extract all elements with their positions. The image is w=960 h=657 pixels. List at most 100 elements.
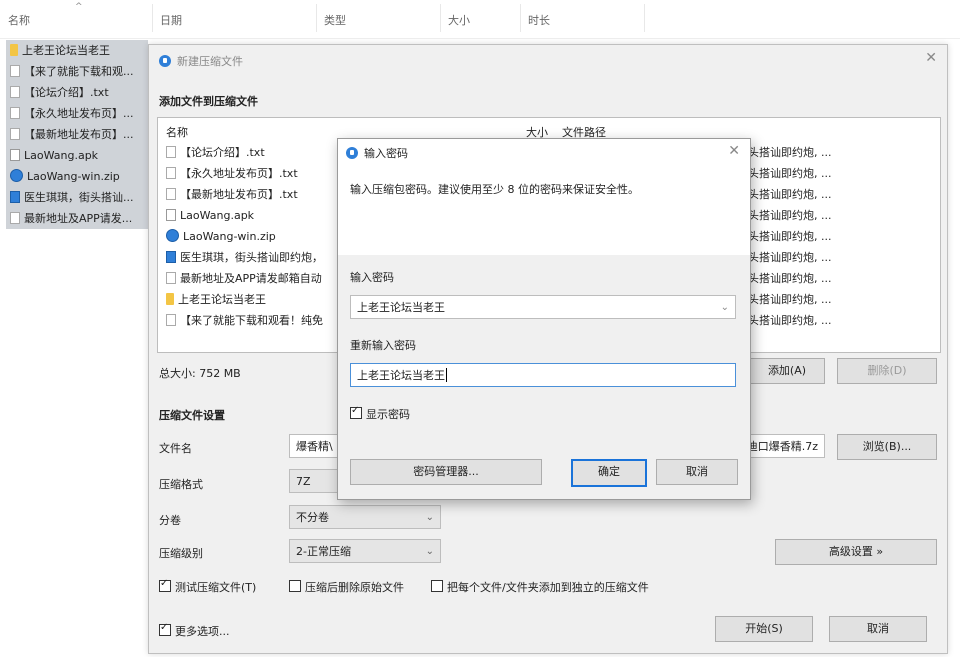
file-path: 头搭讪即约炮, ... [748, 230, 832, 243]
table-row[interactable]: LaoWang-win.zip [166, 226, 276, 247]
confirm-password-field[interactable]: 上老王论坛当老王 [350, 363, 736, 387]
filename-label: 文件名 [159, 442, 192, 455]
file-icon [166, 272, 176, 284]
chevron-down-icon: ⌄ [425, 546, 434, 557]
zip-file-icon [166, 229, 179, 242]
table-row[interactable]: 【永久地址发布页】.txt [166, 163, 298, 184]
file-icon [166, 314, 176, 326]
list-item[interactable]: 【来了就能下载和观... [6, 61, 148, 82]
ok-button[interactable]: 确定 [571, 459, 647, 487]
archive-settings-heading: 压缩文件设置 [159, 409, 225, 422]
file-icon [10, 86, 20, 98]
text-caret [446, 368, 447, 382]
delete-original-option[interactable]: 压缩后删除原始文件 [289, 579, 404, 595]
remove-button[interactable]: 删除(D) [837, 358, 937, 384]
list-item[interactable]: 【最新地址发布页】... [6, 124, 148, 145]
app-icon [346, 147, 358, 159]
advanced-settings-button[interactable]: 高级设置 » [775, 539, 937, 565]
apk-file-icon [166, 209, 176, 221]
checkbox[interactable] [431, 580, 443, 592]
password-hint: 输入压缩包密码。建议使用至少 8 位的密码来保证安全性。 [350, 183, 639, 196]
checkbox-checked[interactable] [159, 622, 171, 636]
password-dialog-title: 输入密码 [346, 145, 408, 161]
format-label: 压缩格式 [159, 478, 203, 491]
password-manager-button[interactable]: 密码管理器... [350, 459, 542, 485]
browse-button[interactable]: 浏览(B)... [837, 434, 937, 460]
file-icon [166, 167, 176, 179]
show-password-option[interactable]: 显示密码 [350, 405, 410, 422]
cancel-button[interactable]: 取消 [829, 616, 927, 642]
file-icon [166, 146, 176, 158]
file-path: 头搭讪即约炮, ... [748, 209, 832, 222]
checkbox-checked[interactable] [159, 578, 171, 592]
document-icon [166, 251, 176, 263]
apk-file-icon [10, 149, 20, 161]
close-icon[interactable]: ✕ [925, 50, 937, 66]
file-path: 头搭讪即约炮, ... [748, 167, 832, 180]
separate-archives-option[interactable]: 把每个文件/文件夹添加到独立的压缩文件 [431, 579, 649, 595]
confirm-password-label: 重新输入密码 [350, 339, 416, 352]
table-row[interactable]: LaoWang.apk [166, 205, 254, 226]
list-item[interactable]: LaoWang.apk [6, 145, 148, 166]
volume-label: 分卷 [159, 514, 181, 527]
cancel-button[interactable]: 取消 [656, 459, 738, 485]
more-options[interactable]: 更多选项... [159, 622, 230, 639]
list-item[interactable]: 【论坛介绍】.txt [6, 82, 148, 103]
table-row[interactable]: 医生琪琪，街头搭讪即约炮， [166, 247, 323, 268]
list-item[interactable]: LaoWang-win.zip [6, 166, 148, 187]
list-header-name[interactable]: 名称 [166, 124, 188, 140]
file-path: 头搭讪即约炮, ... [748, 251, 832, 264]
explorer-file-list: 上老王论坛当老王 【来了就能下载和观... 【论坛介绍】.txt 【永久地址发布… [6, 40, 148, 229]
list-item[interactable]: 【永久地址发布页】... [6, 103, 148, 124]
add-files-heading: 添加文件到压缩文件 [159, 95, 258, 108]
col-duration[interactable]: 时长 [528, 12, 550, 28]
password-field[interactable]: 上老王论坛当老王 ⌄ [350, 295, 736, 319]
dialog-title: 新建压缩文件 [159, 53, 243, 69]
app-icon [159, 55, 171, 67]
checkbox-checked[interactable] [350, 405, 362, 419]
total-size: 总大小: 752 MB [159, 367, 241, 380]
start-button[interactable]: 开始(S) [715, 616, 813, 642]
col-date[interactable]: 日期 [160, 12, 182, 28]
level-label: 压缩级别 [159, 547, 203, 560]
table-row[interactable]: 最新地址及APP请发邮箱自动 [166, 268, 322, 289]
chevron-down-icon: ⌄ [425, 512, 434, 523]
table-row[interactable]: 上老王论坛当老王 [166, 289, 266, 310]
col-separator[interactable] [316, 4, 317, 32]
folder-icon [166, 293, 174, 305]
document-icon [10, 191, 20, 203]
sort-up-icon: ^ [75, 2, 83, 12]
col-separator[interactable] [520, 4, 521, 32]
file-path: 头搭讪即约炮, ... [748, 293, 832, 306]
col-size[interactable]: 大小 [448, 12, 470, 28]
file-path: 头搭讪即约炮, ... [748, 314, 832, 327]
zip-file-icon [10, 169, 23, 182]
level-select[interactable]: 2-正常压缩 ⌄ [289, 539, 441, 563]
checkbox[interactable] [289, 580, 301, 592]
file-icon [10, 65, 20, 77]
close-icon[interactable]: ✕ [728, 143, 740, 159]
col-separator[interactable] [440, 4, 441, 32]
table-row[interactable]: 【论坛介绍】.txt [166, 142, 265, 163]
file-path: 头搭讪即约炮, ... [748, 146, 832, 159]
col-type[interactable]: 类型 [324, 12, 346, 28]
table-row[interactable]: 【来了就能下载和观看！纯免 [166, 310, 323, 331]
file-icon [166, 188, 176, 200]
folder-icon [10, 44, 18, 56]
file-icon [10, 107, 20, 119]
col-separator[interactable] [644, 4, 645, 32]
col-separator[interactable] [152, 4, 153, 32]
chevron-down-icon[interactable]: ⌄ [721, 296, 729, 320]
file-icon [10, 212, 20, 224]
table-row[interactable]: 【最新地址发布页】.txt [166, 184, 298, 205]
list-item[interactable]: 医生琪琪，街头搭讪... [6, 187, 148, 208]
test-archive-option[interactable]: 测试压缩文件(T) [159, 578, 256, 595]
add-button[interactable]: 添加(A) [749, 358, 825, 384]
list-item[interactable]: 上老王论坛当老王 [6, 40, 148, 61]
password-label: 输入密码 [350, 271, 394, 284]
password-dialog: 输入密码 ✕ 输入压缩包密码。建议使用至少 8 位的密码来保证安全性。 输入密码… [337, 138, 751, 500]
file-icon [10, 128, 20, 140]
col-name[interactable]: 名称 [8, 12, 30, 28]
list-item[interactable]: 最新地址及APP请发... [6, 208, 148, 229]
volume-select[interactable]: 不分卷 ⌄ [289, 505, 441, 529]
